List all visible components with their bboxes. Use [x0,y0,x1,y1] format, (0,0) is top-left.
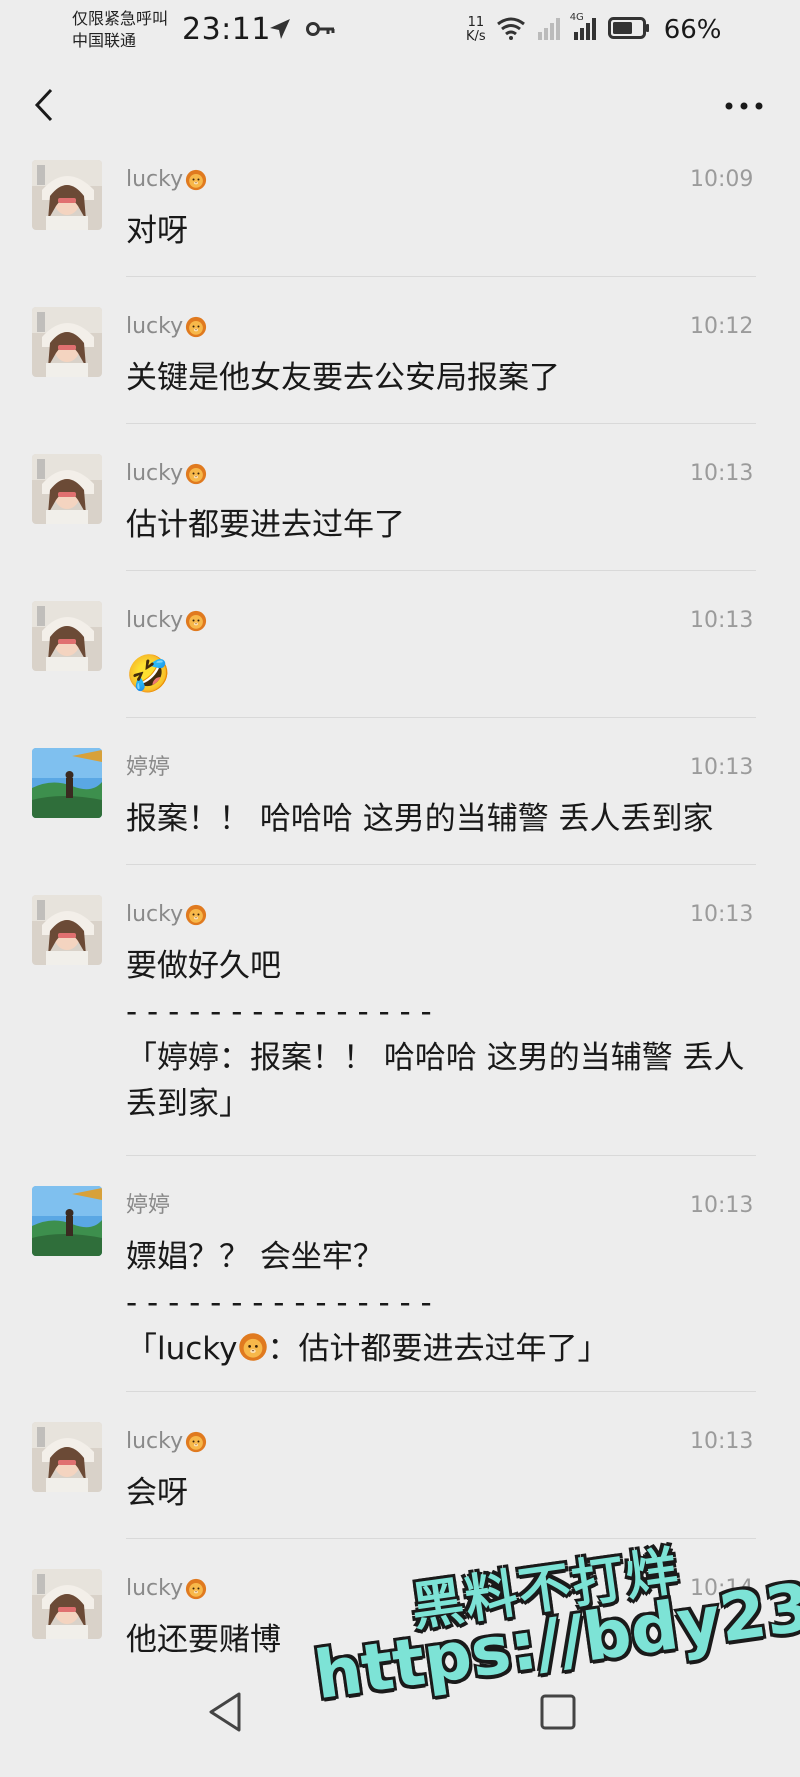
lion-face-emoji [185,1578,207,1600]
signal-icon-sim1 [536,16,562,44]
net-speed-unit: K/s [466,29,486,44]
chevron-left-icon [34,88,53,122]
divider [126,423,756,424]
message-time: 10:12 [690,314,754,339]
divider [126,717,756,718]
message-time: 10:13 [690,461,754,486]
sender-label: lucky [126,314,184,339]
carrier-info: 仅限紧急呼叫 中国联通 [72,8,168,52]
message-text: 对呀 [126,213,188,249]
divider [126,1538,756,1539]
message-time: 10:13 [690,1429,754,1454]
avatar[interactable] [32,895,102,965]
sender-name: lucky [126,1428,207,1456]
divider [126,276,756,277]
lion-face-emoji [185,169,207,191]
status-icons-right: 11 K/s 4G 66% [466,12,721,48]
message-text: 要做好久吧 - - - - - - - - - - - - - - - 「婷婷：… [126,943,766,1127]
message-text: 报案！！ 哈哈哈 这男的当辅警 丢人丢到家 [126,801,714,837]
carrier-line-2: 中国联通 [72,31,137,50]
sender-label: lucky [126,608,184,633]
sender-name: 婷婷 [126,1192,170,1220]
sender-name: lucky [126,607,207,635]
quoted-text: 「lucky ：估计都要进去过年了」 [126,1326,766,1372]
divider [126,570,756,571]
sender-name: lucky [126,313,207,341]
message-body: 嫖娼？？ 会坐牢？ [126,1239,384,1275]
sender-name: lucky [126,901,207,929]
message-time: 10:09 [690,167,754,192]
sender-name: lucky [126,1575,207,1603]
avatar[interactable] [32,1569,102,1639]
message-time: 10:13 [690,1193,754,1218]
signal-type-label: 4G [569,12,584,23]
lion-face-emoji [185,610,207,632]
quote-separator: - - - - - - - - - - - - - - - [126,1285,432,1321]
nav-back-button[interactable] [205,1690,245,1734]
sender-label: lucky [126,902,184,927]
sender-label: 婷婷 [126,755,171,780]
net-speed-value: 11 [467,15,485,30]
triangle-back-icon [209,1692,241,1732]
message-time: 10:13 [690,608,754,633]
message-text: 他还要赌博 [126,1622,281,1658]
divider [126,1155,756,1156]
quoted-text: 「婷婷：报案！！ 哈哈哈 这男的当辅警 丢人丢到家」 [126,1040,745,1122]
quote-suffix: ：估计都要进去过年了」 [267,1331,609,1367]
status-icons-left [268,18,336,44]
sender-name: 婷婷 [126,754,170,782]
message-text: 嫖娼？？ 会坐牢？ - - - - - - - - - - - - - - - … [126,1234,766,1372]
message-text: 会呀 [126,1475,188,1511]
avatar[interactable] [32,454,102,524]
battery-icon [607,17,650,43]
message-text: 估计都要进去过年了 [126,507,405,543]
avatar[interactable] [32,748,102,818]
battery-percent: 66% [663,15,722,45]
divider [126,1391,756,1392]
rolling-laughing-emoji: 🤣 [126,654,171,695]
avatar[interactable] [32,307,102,377]
avatar[interactable] [32,160,102,230]
lion-face-emoji [185,904,207,926]
message-time: 10:13 [690,755,754,780]
lion-face-emoji [185,316,207,338]
more-dots-icon [725,102,763,110]
chat-screen: 仅限紧急呼叫 中国联通 23:11 11 K/s 4G 66% lucky 10… [0,0,800,1777]
avatar[interactable] [32,601,102,671]
signal-icon-sim2: 4G [570,12,598,44]
quote-prefix: 「lucky [126,1331,238,1367]
message-time: 10:13 [690,902,754,927]
nav-recents-button[interactable] [538,1692,578,1732]
back-button[interactable] [24,80,64,130]
system-nav-bar [0,1660,800,1777]
network-speed: 11 K/s [466,16,486,44]
title-bar [0,62,800,152]
wifi-icon [496,16,526,44]
avatar[interactable] [32,1422,102,1492]
sender-label: lucky [126,1429,184,1454]
status-bar: 仅限紧急呼叫 中国联通 23:11 11 K/s 4G 66% [0,0,800,62]
message-time: 10:14 [690,1576,754,1601]
carrier-line-1: 仅限紧急呼叫 [72,9,169,28]
quote-separator: - - - - - - - - - - - - - - - [126,994,432,1030]
divider [126,864,756,865]
lion-face-emoji [185,1431,207,1453]
sender-name: lucky [126,460,207,488]
more-options-button[interactable] [716,86,772,126]
lion-face-emoji [238,1332,268,1362]
avatar[interactable] [32,1186,102,1256]
sender-label: lucky [126,167,184,192]
message-text: 关键是他女友要去公安局报案了 [126,360,560,396]
location-arrow-icon [268,17,292,45]
sender-name: lucky [126,166,207,194]
sender-label: lucky [126,461,184,486]
square-recents-icon [540,1694,576,1730]
message-body: 要做好久吧 [126,948,281,984]
key-icon [306,19,336,43]
lion-face-emoji [185,463,207,485]
status-time: 23:11 [182,12,271,47]
sender-label: 婷婷 [126,1193,171,1218]
sender-label: lucky [126,1576,184,1601]
